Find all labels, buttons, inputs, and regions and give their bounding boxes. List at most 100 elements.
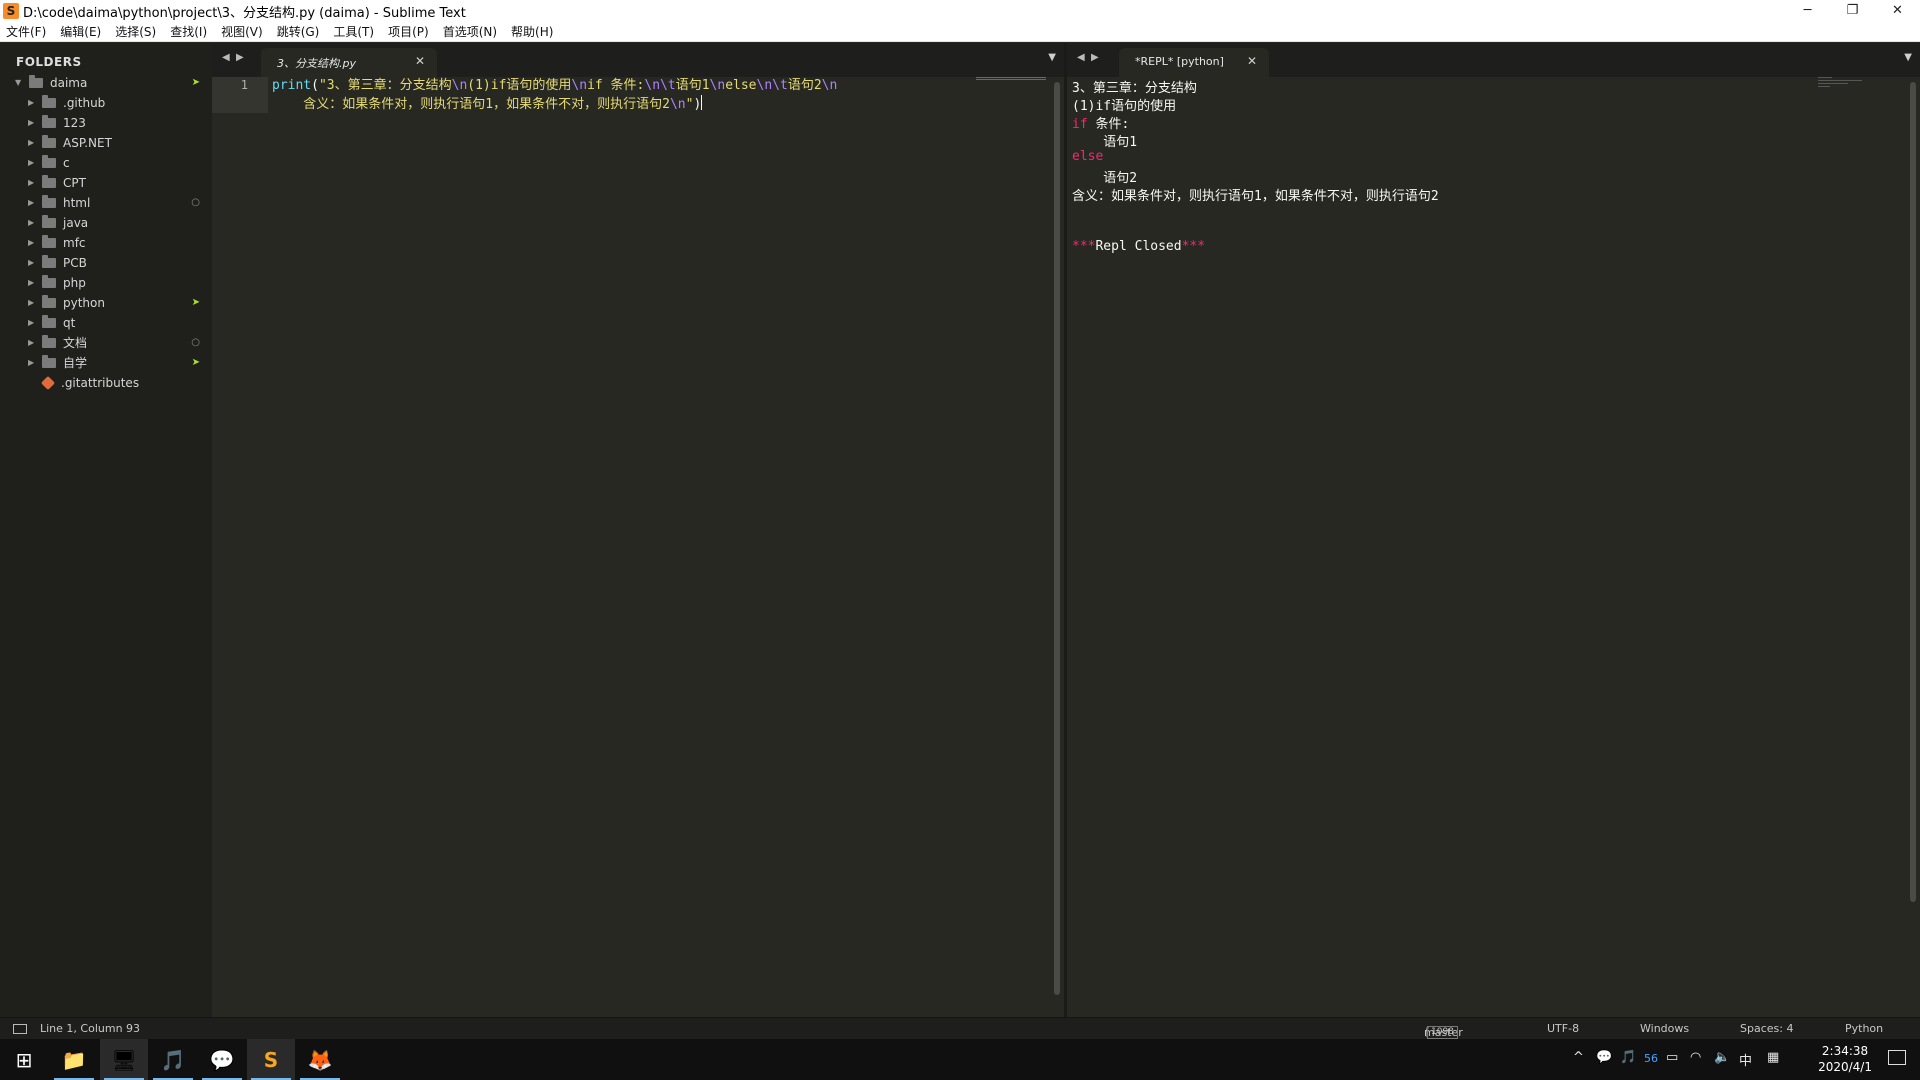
tree-item[interactable]: ▶ php (0, 273, 212, 293)
file-explorer-icon[interactable]: 📁 (50, 1039, 98, 1080)
repl-closed-text: Repl Closed (1095, 239, 1182, 254)
tab-prev-icon[interactable]: ◀ (1077, 52, 1085, 63)
panel-toggle-icon[interactable] (13, 1024, 27, 1034)
tree-item-label: php (63, 276, 86, 290)
tree-item[interactable]: ▶ c (0, 153, 212, 173)
text-cursor (701, 95, 703, 110)
tab-file[interactable]: 3、分支结构.py ✕ (261, 48, 437, 77)
minimize-button[interactable]: ─ (1785, 0, 1830, 22)
tree-item[interactable]: ▶ 文档 ○ (0, 333, 212, 353)
tree-item[interactable]: ▶ .github (0, 93, 212, 113)
code-string: if 条件: (587, 78, 645, 93)
menu-find[interactable]: 查找(I) (170, 23, 207, 40)
tray-chevron-icon[interactable]: ^ (1573, 1050, 1584, 1065)
clock-date: 2020/4/1 (1818, 1060, 1872, 1074)
expand-right-icon[interactable]: ▶ (28, 233, 34, 253)
wechat-icon[interactable]: 💬 (198, 1039, 246, 1080)
tree-item-label: java (63, 216, 89, 230)
tray-wechat-icon[interactable]: 💬 (1596, 1050, 1612, 1065)
expand-down-icon[interactable]: ▼ (15, 73, 21, 93)
clock[interactable]: 2:34:38 2020/4/1 (1818, 1043, 1872, 1075)
tree-item[interactable]: ▶ PCB (0, 253, 212, 273)
expand-right-icon[interactable]: ▶ (28, 113, 34, 133)
expand-right-icon[interactable]: ▶ (28, 153, 34, 173)
vertical-scrollbar[interactable] (1910, 82, 1916, 902)
start-button[interactable]: ⊞ (0, 1039, 48, 1080)
tab-dropdown-icon[interactable]: ▼ (1904, 52, 1912, 63)
output-line: 语句1 (1072, 135, 1138, 150)
tab-dropdown-icon[interactable]: ▼ (1048, 52, 1056, 63)
folder-icon (42, 135, 56, 148)
app-blue-icon[interactable]: 🖥 (100, 1039, 148, 1080)
expand-right-icon[interactable]: ▶ (28, 333, 34, 353)
ime-indicator[interactable]: 中 (1739, 1050, 1752, 1069)
minimap[interactable] (1818, 77, 1870, 89)
tray-network-speed[interactable]: 56 (1644, 1052, 1658, 1065)
syntax[interactable]: Python (1845, 1022, 1883, 1035)
tray-music-icon[interactable]: 🎵 (1620, 1050, 1636, 1065)
repl-closed-stars: *** (1181, 239, 1206, 254)
expand-right-icon[interactable]: ▶ (28, 193, 34, 213)
menu-bar: 文件(F) 编辑(E) 选择(S) 查找(I) 视图(V) 跳转(G) 工具(T… (0, 22, 1920, 42)
output-line: (1)if语句的使用 (1072, 99, 1177, 114)
menu-edit[interactable]: 编辑(E) (60, 23, 101, 40)
menu-tools[interactable]: 工具(T) (333, 23, 374, 40)
expand-right-icon[interactable]: ▶ (28, 213, 34, 233)
folder-icon (42, 235, 56, 248)
tree-item[interactable]: ▶ ASP.NET (0, 133, 212, 153)
tree-item[interactable]: ▶ html ○ (0, 193, 212, 213)
menu-help[interactable]: 帮助(H) (511, 23, 553, 40)
tab-close-icon[interactable]: ✕ (1247, 54, 1257, 68)
code-string: 含义：如果条件对，则执行语句1，如果条件不对，则执行语句2 (272, 97, 670, 112)
line-endings[interactable]: Windows (1640, 1022, 1689, 1035)
menu-goto[interactable]: 跳转(G) (277, 23, 320, 40)
tab-close-icon[interactable]: ✕ (415, 54, 425, 68)
tree-item[interactable]: ▶ CPT (0, 173, 212, 193)
repl-output[interactable]: 3、第三章：分支结构 (1)if语句的使用 if 条件: 语句1 else 语句… (1067, 77, 1920, 1017)
indentation[interactable]: Spaces: 4 (1740, 1022, 1793, 1035)
wifi-icon[interactable]: ◠ (1690, 1050, 1701, 1065)
tab-prev-icon[interactable]: ◀ (222, 52, 230, 63)
minimap[interactable] (976, 77, 1046, 81)
tree-item[interactable]: ▶ java (0, 213, 212, 233)
encoding[interactable]: UTF-8 (1547, 1022, 1579, 1035)
ime-grid-icon[interactable]: ▦ (1767, 1050, 1779, 1065)
tab-repl[interactable]: *REPL* [python] ✕ (1119, 48, 1269, 77)
expand-right-icon[interactable]: ▶ (28, 173, 34, 193)
vertical-scrollbar[interactable] (1054, 82, 1060, 995)
expand-right-icon[interactable]: ▶ (28, 293, 34, 313)
tree-item[interactable]: ▶ qt (0, 313, 212, 333)
tab-next-icon[interactable]: ▶ (236, 52, 244, 63)
menu-file[interactable]: 文件(F) (6, 23, 46, 40)
expand-right-icon[interactable]: ▶ (28, 133, 34, 153)
tree-item[interactable]: ▶ python ➤ (0, 293, 212, 313)
firefox-icon[interactable]: 🦊 (296, 1039, 344, 1080)
tree-item[interactable]: ▶ mfc (0, 233, 212, 253)
tree-item-label: 自学 (63, 356, 88, 370)
tree-item[interactable]: ▶ 自学 ➤ (0, 353, 212, 373)
expand-right-icon[interactable]: ▶ (28, 253, 34, 273)
sublime-text-icon[interactable]: S (247, 1039, 295, 1080)
battery-icon[interactable]: ▭ (1666, 1050, 1678, 1065)
expand-right-icon[interactable]: ▶ (28, 313, 34, 333)
tree-file[interactable]: .gitattributes (0, 373, 212, 393)
expand-right-icon[interactable]: ▶ (28, 273, 34, 293)
menu-selection[interactable]: 选择(S) (115, 23, 156, 40)
tab-next-icon[interactable]: ▶ (1091, 52, 1099, 63)
folder-icon (42, 255, 56, 268)
restore-button[interactable]: ❐ (1830, 0, 1875, 22)
menu-view[interactable]: 视图(V) (221, 23, 263, 40)
tree-root-daima[interactable]: ▼ daima ➤ (0, 73, 212, 93)
menu-preferences[interactable]: 首选项(N) (443, 23, 497, 40)
notification-icon[interactable] (1888, 1050, 1906, 1065)
code-string: 语句1 (675, 78, 710, 93)
close-button[interactable]: ✕ (1875, 0, 1920, 22)
volume-icon[interactable]: 🔈 (1714, 1050, 1730, 1065)
expand-right-icon[interactable]: ▶ (28, 93, 34, 113)
tree-item[interactable]: ▶ 123 (0, 113, 212, 133)
line-number: 1 (240, 78, 248, 92)
code-editor[interactable]: 1 print("3、第三章：分支结构\n(1)if语句的使用\nif 条件:\… (212, 77, 1064, 1017)
netease-music-icon[interactable]: 🎵 (149, 1039, 197, 1080)
expand-right-icon[interactable]: ▶ (28, 353, 34, 373)
menu-project[interactable]: 项目(P) (388, 23, 429, 40)
